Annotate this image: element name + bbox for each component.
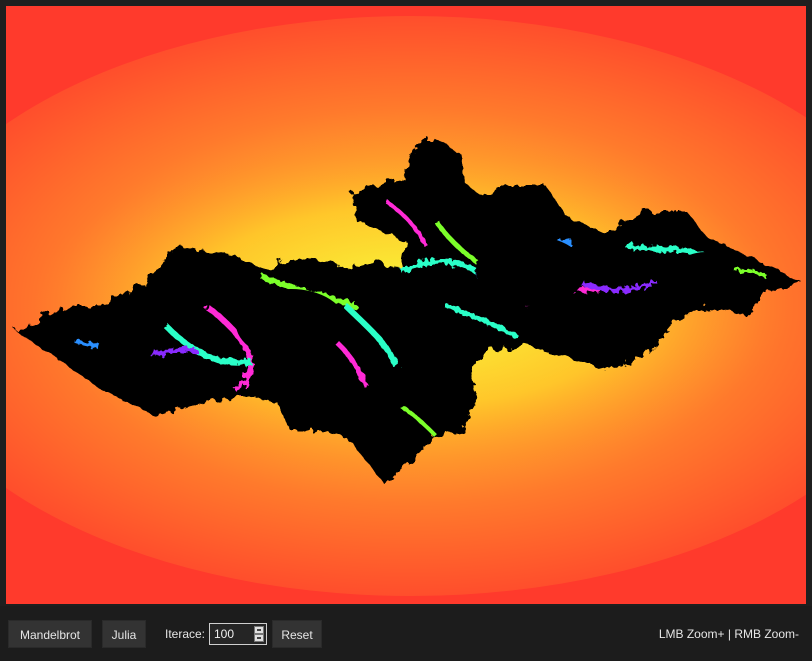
bottom-toolbar: Mandelbrot Julia Iterace: 100 Reset LMB …: [0, 606, 812, 661]
iterations-value: 100: [214, 627, 235, 641]
reset-button[interactable]: Reset: [272, 620, 322, 648]
iterations-input[interactable]: 100: [209, 623, 267, 645]
spin-down-icon[interactable]: [254, 634, 264, 642]
julia-set-render: [6, 6, 806, 604]
mandelbrot-button[interactable]: Mandelbrot: [8, 620, 92, 648]
zoom-hint: LMB Zoom+ | RMB Zoom-: [658, 627, 799, 641]
spin-up-icon[interactable]: [254, 626, 264, 634]
fractal-canvas[interactable]: [6, 6, 806, 604]
app-window: Mandelbrot Julia Iterace: 100 Reset LMB …: [0, 0, 812, 661]
julia-button[interactable]: Julia: [102, 620, 146, 648]
iterations-label: Iterace:: [165, 627, 206, 641]
